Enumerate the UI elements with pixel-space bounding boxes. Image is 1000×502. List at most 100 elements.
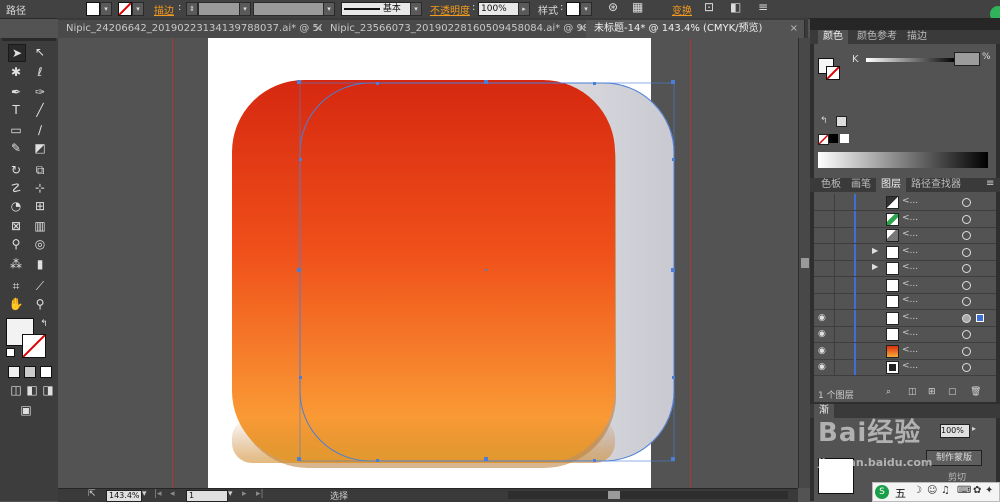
web-safe-swatch[interactable] (836, 116, 847, 127)
target-circle-icon[interactable] (962, 313, 971, 323)
target-circle-icon[interactable] (962, 214, 971, 224)
out-of-gamut-icon[interactable]: ↰ (820, 116, 828, 126)
tab-swatches[interactable]: 色板 (816, 178, 846, 192)
stroke-weight-field[interactable] (198, 2, 240, 16)
layer-name[interactable]: <... (902, 196, 918, 206)
lock-column[interactable] (834, 326, 835, 342)
scroll-thumb[interactable] (608, 491, 620, 499)
layer-name[interactable]: <... (902, 213, 918, 223)
gradient-rounded-square[interactable] (232, 80, 615, 463)
warp-tool-icon[interactable]: ☡ (8, 180, 24, 196)
ime-skin-icon[interactable]: ✿ (973, 485, 981, 496)
rectangle-tool-icon[interactable]: ▭ (8, 122, 24, 138)
slice-tool-icon[interactable]: ⟋ (32, 278, 48, 294)
lock-column[interactable] (834, 260, 835, 276)
layer-row[interactable]: ▶ <... (814, 260, 996, 277)
eraser-tool-icon[interactable]: ◩ (32, 140, 48, 156)
visibility-eye-icon[interactable] (818, 247, 828, 257)
lock-column[interactable] (834, 194, 835, 210)
ime-punct-icon[interactable]: ☽ (913, 485, 922, 496)
target-circle-icon[interactable] (962, 330, 971, 339)
tab-close-icon[interactable]: × (578, 20, 586, 38)
draw-behind-icon[interactable]: ◧ (24, 382, 40, 398)
stroke-color-swatch[interactable] (826, 66, 840, 80)
fill-dropdown[interactable]: ▾ (100, 2, 112, 16)
gradient-mode-icon[interactable] (24, 366, 36, 378)
blend-tool-icon[interactable]: ◎ (32, 236, 48, 252)
zoom-field[interactable]: 143.4% (106, 490, 142, 502)
swap-fill-stroke-icon[interactable]: ↰ (36, 316, 52, 332)
target-circle-icon[interactable] (962, 280, 971, 290)
scale-tool-icon[interactable]: ⧉ (32, 162, 48, 178)
selection-tool-icon[interactable]: ➤ (8, 44, 26, 62)
layer-name[interactable]: <... (902, 345, 918, 355)
none-mode-icon[interactable] (40, 366, 52, 378)
layer-row[interactable]: <... (814, 293, 996, 310)
draw-normal-icon[interactable]: ◫ (8, 382, 24, 398)
zoom-dropdown-icon[interactable]: ▾ (142, 489, 147, 499)
gradient-tool-icon[interactable]: ▥ (32, 218, 48, 234)
visibility-eye-icon[interactable]: ◉ (818, 329, 828, 339)
lock-column[interactable] (834, 276, 835, 293)
target-circle-icon[interactable] (962, 297, 971, 306)
export-icon[interactable]: ⇱ (88, 489, 96, 499)
white-swatch[interactable] (840, 134, 849, 143)
tab-close-icon[interactable]: × (314, 20, 322, 38)
magic-wand-tool-icon[interactable]: ✱ (8, 64, 24, 80)
selection-indicator[interactable] (976, 313, 984, 322)
isolate-icon[interactable]: ⊡ (704, 0, 714, 14)
layer-name[interactable]: <... (902, 295, 918, 305)
scroll-thumb[interactable] (801, 258, 809, 268)
page-field[interactable]: 1 (186, 490, 228, 502)
tab-doc-3-active[interactable]: 未标题-14* @ 143.4% (CMYK/预览) × (586, 20, 805, 38)
symbol-sprayer-tool-icon[interactable]: ⁂ (8, 256, 24, 272)
layer-name[interactable]: <... (902, 229, 918, 239)
stroke-color-swatch[interactable] (22, 334, 46, 358)
ime-mode-label[interactable]: 五 (895, 485, 906, 501)
delete-layer-icon[interactable]: 🗑 (970, 387, 981, 397)
layer-name[interactable]: <... (902, 328, 918, 338)
paintbrush-tool-icon[interactable]: ∕ (32, 122, 48, 138)
opacity-field[interactable]: 100% (478, 2, 520, 16)
brush-dropdown[interactable]: ▾ (410, 2, 422, 16)
layer-row[interactable]: ◉ <... (814, 326, 996, 343)
expand-triangle-icon[interactable]: ▶ (872, 262, 878, 271)
lasso-tool-icon[interactable]: ℓ (32, 64, 48, 80)
opacity-link[interactable]: 不透明度 (430, 2, 470, 17)
artwork[interactable] (58, 38, 798, 488)
layer-row[interactable]: <... (814, 210, 996, 228)
pencil-tool-icon[interactable]: ✎ (8, 140, 24, 156)
visibility-eye-icon[interactable]: ◉ (818, 313, 828, 323)
make-mask-button[interactable]: 制作蒙版 (926, 450, 982, 466)
color-mode-icon[interactable] (8, 366, 20, 378)
ime-emoji-icon[interactable]: ☺ (927, 485, 937, 496)
free-transform-tool-icon[interactable]: ⊹ (32, 180, 48, 196)
perspective-tool-icon[interactable]: ⊞ (32, 198, 48, 214)
variable-width-profile[interactable] (253, 2, 325, 16)
layer-row[interactable]: ◉ <... (814, 359, 996, 376)
target-circle-icon[interactable] (962, 247, 971, 257)
direct-selection-tool-icon[interactable]: ↖ (32, 44, 48, 60)
visibility-eye-icon[interactable]: ◉ (818, 346, 828, 356)
layer-name[interactable]: <... (902, 279, 918, 289)
opacity-value-field[interactable]: 100% (940, 424, 970, 438)
rotate-tool-icon[interactable]: ↻ (8, 162, 24, 178)
lock-column[interactable] (834, 293, 835, 309)
opacity-dropdown[interactable]: ▸ (518, 2, 530, 16)
tab-stroke[interactable]: 描边 (902, 30, 932, 44)
prev-page-icon[interactable]: ◂ (170, 489, 175, 499)
panel-menu-icon[interactable]: ≡ (986, 178, 994, 189)
stroke-weight-dropdown[interactable]: ▾ (239, 2, 251, 16)
layer-row[interactable]: <... (814, 227, 996, 244)
isolate-group-icon[interactable]: ◧ (730, 0, 741, 14)
type-tool-icon[interactable]: T (8, 102, 24, 118)
shape-builder-tool-icon[interactable]: ◔ (8, 198, 24, 214)
page-dropdown-icon[interactable]: ▾ (228, 489, 233, 499)
k-value-field[interactable] (954, 52, 980, 66)
opacity-dropdown-icon[interactable]: ▸ (972, 424, 976, 433)
tab-pathfinder[interactable]: 路径查找器 (906, 178, 966, 192)
tab-close-icon[interactable]: × (790, 20, 798, 38)
eyedropper-tool-icon[interactable]: ⚲ (8, 236, 24, 252)
style-dropdown[interactable]: ▾ (580, 2, 592, 16)
recolor-icon[interactable]: ⊛ (608, 0, 618, 14)
